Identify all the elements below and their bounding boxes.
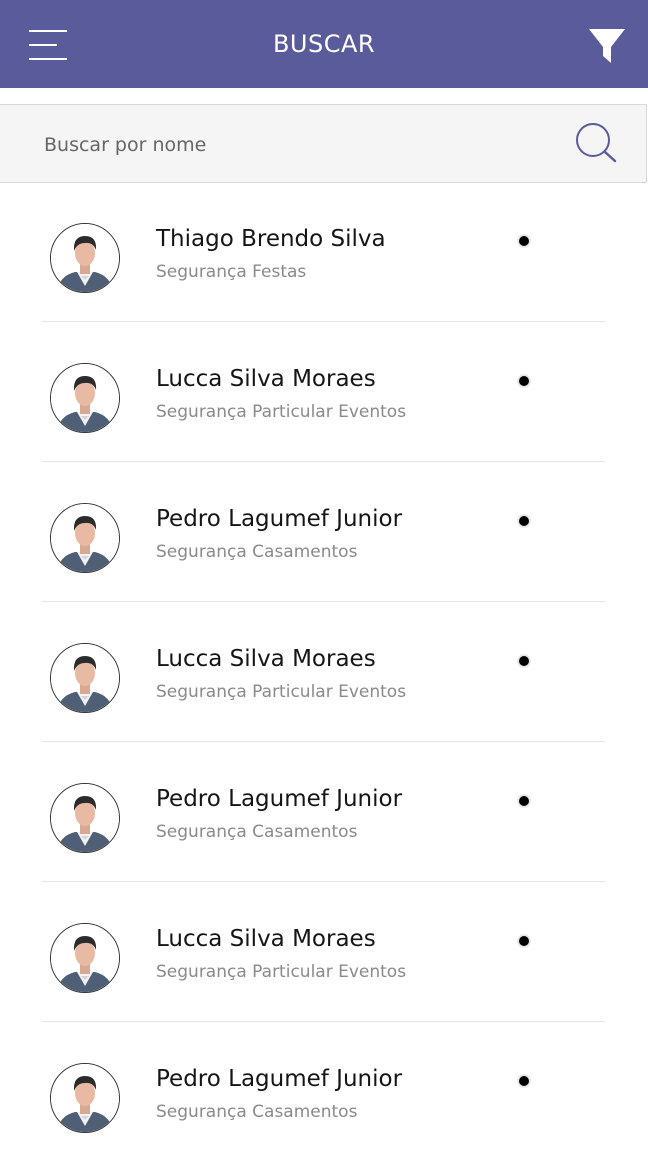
search-button[interactable] bbox=[574, 121, 618, 165]
avatar bbox=[50, 223, 120, 293]
avatar bbox=[50, 363, 120, 433]
list-item[interactable]: Pedro Lagumef Junior Segurança Casamento… bbox=[0, 742, 648, 882]
contact-name: Thiago Brendo Silva bbox=[156, 226, 386, 252]
contact-name: Pedro Lagumef Junior bbox=[156, 506, 403, 532]
online-status-icon bbox=[519, 1076, 529, 1086]
avatar bbox=[50, 643, 120, 713]
contact-name: Pedro Lagumef Junior bbox=[156, 1066, 403, 1092]
hamburger-line bbox=[29, 44, 57, 46]
list-item[interactable]: Thiago Brendo Silva Segurança Festas bbox=[0, 182, 648, 322]
contact-role: Segurança Particular Eventos bbox=[156, 962, 407, 982]
contact-role: Segurança Casamentos bbox=[156, 542, 358, 562]
contact-role: Segurança Casamentos bbox=[156, 822, 358, 842]
menu-button[interactable] bbox=[29, 30, 67, 60]
list-item[interactable]: Pedro Lagumef Junior Segurança Casamento… bbox=[0, 462, 648, 602]
contact-name: Pedro Lagumef Junior bbox=[156, 786, 403, 812]
person-avatar-icon bbox=[51, 504, 119, 572]
online-status-icon bbox=[519, 656, 529, 666]
page-title: BUSCAR bbox=[272, 30, 376, 58]
results-list: Thiago Brendo Silva Segurança Festas Luc… bbox=[0, 182, 648, 1162]
list-item[interactable]: Pedro Lagumef Junior Segurança Casamento… bbox=[0, 1022, 648, 1162]
online-status-icon bbox=[519, 936, 529, 946]
online-status-icon bbox=[519, 516, 529, 526]
person-avatar-icon bbox=[51, 924, 119, 992]
list-item[interactable]: Lucca Silva Moraes Segurança Particular … bbox=[0, 602, 648, 742]
online-status-icon bbox=[519, 376, 529, 386]
list-item[interactable]: Lucca Silva Moraes Segurança Particular … bbox=[0, 882, 648, 1022]
person-avatar-icon bbox=[51, 224, 119, 292]
person-avatar-icon bbox=[51, 644, 119, 712]
contact-role: Segurança Particular Eventos bbox=[156, 402, 407, 422]
filter-button[interactable] bbox=[588, 28, 626, 64]
person-avatar-icon bbox=[51, 364, 119, 432]
contact-role: Segurança Casamentos bbox=[156, 1102, 358, 1122]
avatar bbox=[50, 1063, 120, 1133]
online-status-icon bbox=[519, 236, 529, 246]
avatar bbox=[50, 923, 120, 993]
contact-name: Lucca Silva Moraes bbox=[156, 646, 376, 672]
hamburger-menu-icon bbox=[29, 30, 67, 32]
search-icon bbox=[576, 123, 617, 163]
contact-name: Lucca Silva Moraes bbox=[156, 926, 376, 952]
hamburger-line bbox=[29, 58, 67, 60]
funnel-filter-icon bbox=[589, 29, 625, 63]
person-avatar-icon bbox=[51, 1064, 119, 1132]
contact-role: Segurança Particular Eventos bbox=[156, 682, 407, 702]
search-input[interactable] bbox=[42, 105, 546, 184]
contact-name: Lucca Silva Moraes bbox=[156, 366, 376, 392]
top-app-bar: BUSCAR bbox=[0, 0, 648, 88]
online-status-icon bbox=[519, 796, 529, 806]
search-bar bbox=[0, 104, 647, 184]
list-item[interactable]: Lucca Silva Moraes Segurança Particular … bbox=[0, 322, 648, 462]
person-avatar-icon bbox=[51, 784, 119, 852]
contact-role: Segurança Festas bbox=[156, 262, 307, 282]
avatar bbox=[50, 783, 120, 853]
avatar bbox=[50, 503, 120, 573]
